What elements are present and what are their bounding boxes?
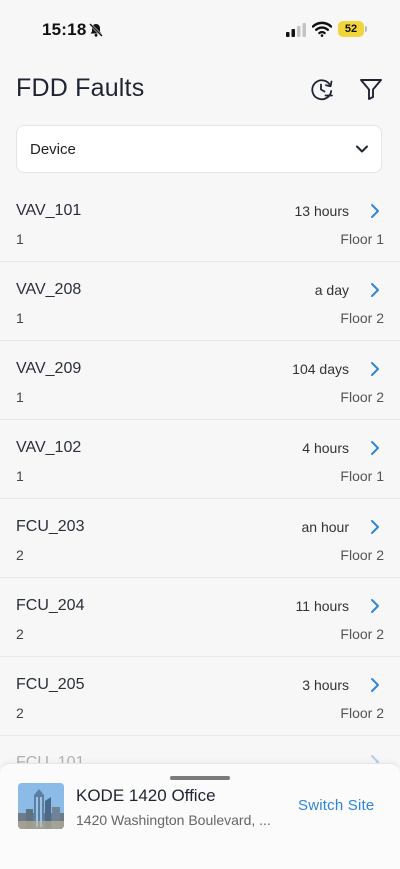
status-bar: 15:18 52 bbox=[0, 0, 400, 58]
chevron-right-icon bbox=[371, 204, 379, 218]
chevron-right-icon bbox=[371, 441, 379, 455]
fault-row-vav-209[interactable]: VAV_209 1 104 days Floor 2 bbox=[0, 341, 400, 420]
chevron-right-icon bbox=[371, 520, 379, 534]
floor-label: Floor 1 bbox=[340, 231, 384, 247]
building-image bbox=[18, 783, 64, 829]
fault-row-fcu-204[interactable]: FCU_204 2 11 hours Floor 2 bbox=[0, 578, 400, 657]
fault-count: 1 bbox=[16, 231, 24, 247]
switch-site-button[interactable]: Switch Site bbox=[298, 797, 374, 814]
history-icon[interactable] bbox=[308, 75, 336, 103]
floor-label: Floor 2 bbox=[340, 547, 384, 563]
chevron-right-icon bbox=[371, 362, 379, 376]
wifi-icon bbox=[312, 21, 332, 37]
fault-count: 1 bbox=[16, 389, 24, 405]
fault-count: 1 bbox=[16, 468, 24, 484]
floor-label: Floor 2 bbox=[340, 626, 384, 642]
site-name: KODE 1420 Office bbox=[76, 786, 216, 805]
device-name: VAV_101 bbox=[16, 202, 82, 219]
fault-time: an hour bbox=[301, 519, 349, 535]
battery-indicator: 52 bbox=[338, 21, 368, 37]
fault-row-vav-208[interactable]: VAV_208 1 a day Floor 2 bbox=[0, 262, 400, 341]
fault-time: 11 hours bbox=[295, 598, 349, 614]
fault-row-vav-101[interactable]: VAV_101 1 13 hours Floor 1 bbox=[0, 183, 400, 262]
device-select[interactable]: Device bbox=[16, 125, 382, 173]
fault-time: 4 hours bbox=[302, 440, 349, 456]
battery-tip bbox=[365, 26, 367, 32]
status-time: 15:18 bbox=[42, 20, 87, 39]
chevron-right-icon bbox=[371, 678, 379, 692]
fault-time: 3 hours bbox=[302, 677, 349, 693]
device-name: VAV_208 bbox=[16, 281, 82, 298]
fault-count: 1 bbox=[16, 310, 24, 326]
signal-icon bbox=[286, 23, 306, 37]
bell-slash-icon bbox=[89, 23, 103, 37]
fault-time: 104 days bbox=[292, 361, 349, 377]
fault-list: VAV_101 1 13 hours Floor 1 VAV_208 1 a d… bbox=[0, 183, 400, 776]
drag-handle[interactable] bbox=[170, 776, 230, 780]
fault-row-vav-102[interactable]: VAV_102 1 4 hours Floor 1 bbox=[0, 420, 400, 499]
device-name: VAV_209 bbox=[16, 360, 82, 377]
chevron-down-icon bbox=[356, 145, 368, 153]
fault-count: 2 bbox=[16, 547, 24, 563]
fault-count: 2 bbox=[16, 626, 24, 642]
floor-label: Floor 1 bbox=[340, 468, 384, 484]
fault-time: 13 hours bbox=[294, 203, 349, 219]
site-address: 1420 Washington Boulevard, ... bbox=[76, 812, 271, 828]
device-select-label: Device bbox=[30, 141, 76, 158]
battery-level: 52 bbox=[338, 21, 364, 37]
fault-time: a day bbox=[314, 282, 349, 298]
floor-label: Floor 2 bbox=[340, 389, 384, 405]
device-name: FCU_205 bbox=[16, 676, 85, 693]
site-panel: KODE 1420 Office 1420 Washington Bouleva… bbox=[0, 763, 400, 869]
floor-label: Floor 2 bbox=[340, 705, 384, 721]
page-title: FDD Faults bbox=[16, 74, 145, 102]
filter-icon[interactable] bbox=[358, 76, 384, 102]
device-name: FCU_204 bbox=[16, 597, 85, 614]
floor-label: Floor 2 bbox=[340, 310, 384, 326]
fault-count: 2 bbox=[16, 705, 24, 721]
device-name: VAV_102 bbox=[16, 439, 82, 456]
chevron-right-icon bbox=[371, 283, 379, 297]
device-name: FCU_203 bbox=[16, 518, 85, 535]
site-thumbnail bbox=[18, 783, 64, 829]
fault-row-fcu-205[interactable]: FCU_205 2 3 hours Floor 2 bbox=[0, 657, 400, 736]
chevron-right-icon bbox=[371, 599, 379, 613]
fault-row-fcu-203[interactable]: FCU_203 2 an hour Floor 2 bbox=[0, 499, 400, 578]
